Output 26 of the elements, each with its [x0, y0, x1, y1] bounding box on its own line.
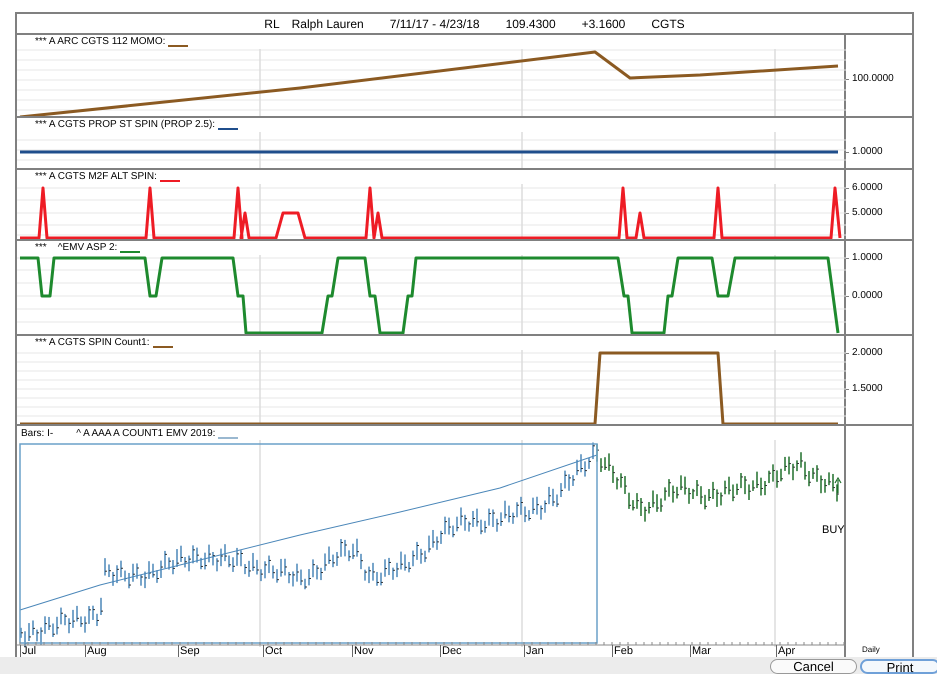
indicator-label: *** A CGTS M2F ALT SPIN: [35, 171, 157, 183]
indicator-label: *** A CGTS PROP ST SPIN (PROP 2.5): [35, 119, 216, 131]
axis-label: 0.0000 [852, 289, 883, 303]
axis-label: 1.0000 [852, 251, 883, 265]
cancel-button[interactable]: Cancel [770, 659, 857, 674]
date-range: 7/11/17 - 4/23/18 [390, 16, 480, 32]
signal-label: BUY [822, 523, 845, 538]
axis-label: 1.0000 [852, 145, 883, 159]
indicator-label: *** ^EMV ASP 2: [35, 242, 118, 254]
print-button[interactable]: Print [860, 659, 937, 674]
symbol: RL [264, 16, 280, 32]
last-price: 109.4300 [506, 16, 556, 32]
indicator-label: *** A ARC CGTS 112 MOMO: [35, 36, 166, 48]
period-label: Daily [862, 646, 880, 654]
price-change: +3.1600 [582, 16, 626, 32]
indicator-label: *** A CGTS SPIN Count1: [35, 337, 150, 349]
axis-label: 100.0000 [852, 72, 894, 86]
axis-label: 1.5000 [852, 382, 883, 396]
company-name: Ralph Lauren [292, 16, 364, 32]
axis-label: 6.0000 [852, 181, 883, 195]
axis-label: 5.0000 [852, 206, 883, 220]
study-name: CGTS [651, 16, 685, 32]
study-label: ^ A AAA A COUNT1 EMV 2019: [76, 428, 216, 440]
signal-arrow-icon [834, 476, 842, 493]
bars-label: Bars: I- [21, 428, 54, 440]
axis-label: 2.0000 [852, 346, 883, 360]
